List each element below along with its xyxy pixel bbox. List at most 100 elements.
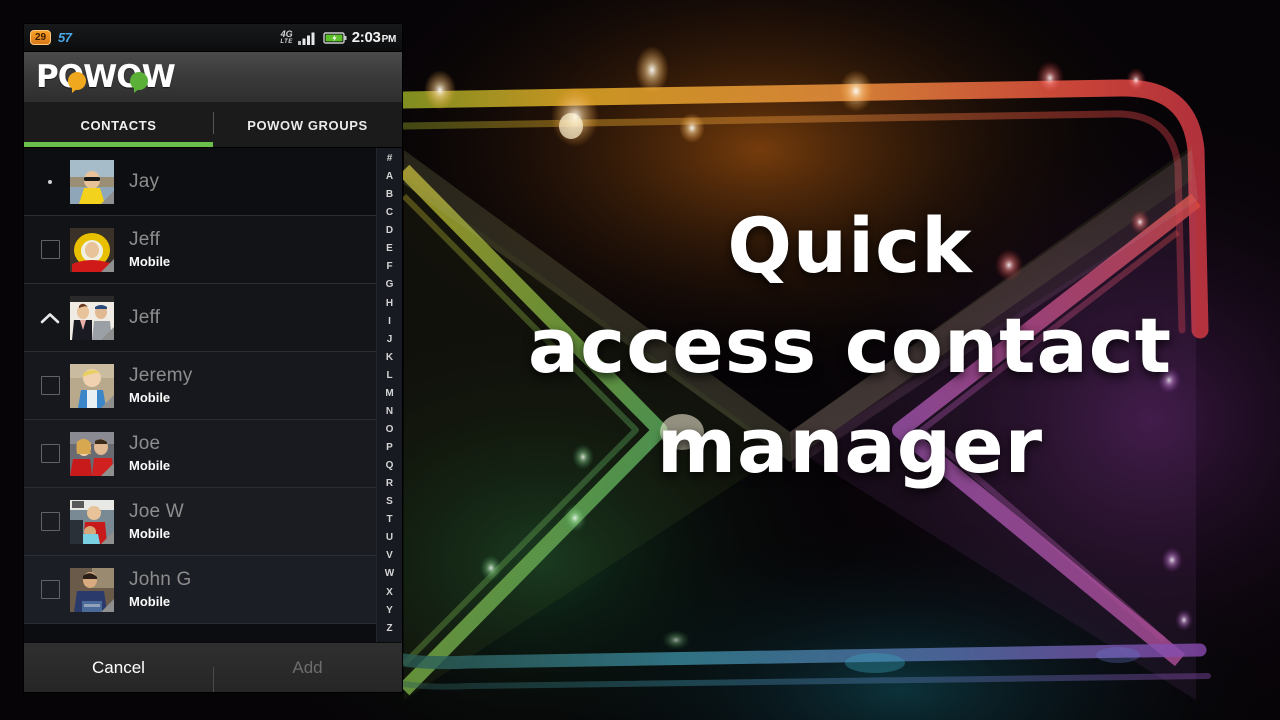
checkbox-unchecked-icon[interactable] — [40, 580, 60, 599]
alpha-index-letter[interactable]: S — [386, 497, 393, 507]
alpha-index-letter[interactable]: J — [387, 334, 393, 345]
contact-name: Jeff — [129, 306, 161, 328]
alpha-index-letter[interactable]: Q — [386, 461, 394, 471]
alpha-index-letter[interactable]: F — [386, 262, 392, 272]
row-checkbox-jeff-1[interactable] — [32, 240, 68, 259]
alpha-index-letter[interactable]: V — [386, 551, 393, 561]
row-text: John G Mobile — [129, 569, 191, 610]
row-text: Joe W Mobile — [129, 501, 184, 542]
alpha-index-letter[interactable]: R — [386, 479, 393, 489]
alpha-index-letter[interactable]: Y — [386, 605, 393, 616]
alpha-index-letter[interactable]: D — [386, 226, 393, 236]
contact-name: John G — [129, 569, 192, 590]
row-text: Joe Mobile — [129, 433, 170, 474]
add-button[interactable]: Add — [213, 658, 402, 692]
app-action-bar: POWOW — [24, 52, 402, 103]
alpha-index-letter[interactable]: I — [388, 316, 391, 327]
tab-powow-groups[interactable]: POWOW GROUPS — [213, 103, 402, 147]
selected-dot-icon — [48, 179, 52, 184]
quick-contact-badge-icon — [101, 326, 114, 340]
alpha-index-letter[interactable]: O — [386, 424, 394, 435]
table-row[interactable]: Joe Mobile — [24, 420, 402, 488]
avatar[interactable] — [70, 499, 114, 544]
status-bar-clock: 2:03PM — [351, 29, 397, 46]
alpha-index-letter[interactable]: M — [385, 388, 393, 399]
alpha-index-letter[interactable]: H — [386, 298, 393, 309]
checkbox-unchecked-icon[interactable] — [40, 512, 60, 531]
checkbox-unchecked-icon[interactable] — [40, 240, 60, 259]
cancel-button[interactable]: Cancel — [24, 658, 213, 678]
table-row[interactable]: Jay — [24, 148, 402, 216]
tab-contacts-label: CONTACTS — [80, 117, 157, 133]
alphabet-index-strip[interactable]: # A B C D E F G H I J K L M N O P Q R S T U V W X Y Z — [376, 148, 402, 642]
table-row[interactable]: Joe W Mobile — [24, 488, 402, 556]
alpha-index-letter[interactable]: L — [386, 370, 392, 381]
avatar[interactable] — [70, 295, 114, 340]
chevron-up-icon[interactable] — [40, 311, 60, 325]
alpha-index-letter[interactable]: N — [386, 406, 393, 417]
notification-count-badge: 29 — [30, 30, 51, 45]
row-checkbox-joe[interactable] — [32, 444, 68, 463]
contact-phone-label: Mobile — [129, 458, 171, 473]
android-status-bar: 29 57 4G LTE 2:03PM — [24, 24, 402, 52]
table-row[interactable]: John G Mobile — [24, 556, 402, 624]
alpha-index-letter[interactable]: E — [386, 244, 393, 254]
network-type-indicator: 4G LTE — [280, 28, 293, 45]
tab-bar: CONTACTS POWOW GROUPS — [24, 103, 402, 148]
contact-list[interactable]: Jay Jeff Mobile Jeff Jeremy Mobile Joe M… — [24, 148, 402, 642]
checkbox-unchecked-icon[interactable] — [40, 444, 60, 463]
table-row[interactable]: Jeremy Mobile — [24, 352, 402, 420]
table-row[interactable]: Jeff — [24, 284, 402, 352]
row-text: Jeff — [129, 307, 160, 329]
table-row[interactable]: Jeff Mobile — [24, 216, 402, 284]
alpha-index-letter[interactable]: T — [386, 515, 392, 525]
row-checkbox-jeremy[interactable] — [32, 376, 68, 395]
contact-name: Joe W — [129, 501, 184, 522]
quick-contact-badge-icon — [101, 258, 114, 272]
checkbox-unchecked-icon[interactable] — [40, 376, 60, 395]
status-bar-right: 4G LTE 2:03PM — [280, 29, 396, 46]
battery-charging-icon — [323, 31, 347, 44]
row-marker-jay[interactable] — [32, 179, 68, 184]
contact-name: Jay — [129, 170, 160, 192]
app-screenshot: Quick access contact manager 29 57 4G LTE — [0, 0, 1280, 720]
alpha-index-letter[interactable]: U — [386, 533, 393, 543]
signal-bars-icon — [297, 32, 315, 45]
status-bar-left: 29 57 — [30, 30, 72, 45]
alpha-index-letter[interactable]: Z — [386, 623, 392, 634]
tab-active-indicator — [24, 142, 213, 147]
alpha-index-letter[interactable]: G — [386, 280, 394, 290]
contact-phone-label: Mobile — [129, 254, 171, 269]
alpha-index-letter[interactable]: # — [387, 154, 393, 164]
alpha-index-letter[interactable]: B — [386, 190, 393, 200]
quick-contact-badge-icon — [101, 394, 114, 408]
temperature-indicator: 57 — [58, 30, 72, 45]
avatar[interactable] — [70, 159, 114, 204]
powow-logo-bubbles-icon — [68, 72, 148, 93]
tab-powow-groups-label: POWOW GROUPS — [247, 117, 368, 133]
contact-name: Jeremy — [129, 365, 193, 386]
alpha-index-letter[interactable]: A — [386, 172, 393, 182]
row-text: Jay — [129, 171, 159, 193]
powow-logo: POWOW — [36, 59, 176, 95]
row-expander-jeff-2[interactable] — [32, 311, 68, 325]
row-checkbox-john-g[interactable] — [32, 580, 68, 599]
quick-contact-badge-icon — [101, 530, 114, 544]
alpha-index-letter[interactable]: C — [386, 208, 393, 218]
avatar[interactable] — [70, 567, 114, 612]
alpha-index-letter[interactable]: K — [386, 352, 393, 363]
avatar[interactable] — [70, 431, 114, 476]
alpha-index-letter[interactable]: P — [386, 443, 393, 453]
alpha-index-letter[interactable]: X — [386, 587, 393, 598]
avatar[interactable] — [70, 363, 114, 408]
alpha-index-letter[interactable]: W — [385, 569, 394, 579]
contact-phone-label: Mobile — [129, 526, 171, 541]
row-checkbox-joe-w[interactable] — [32, 512, 68, 531]
avatar[interactable] — [70, 227, 114, 272]
contact-phone-label: Mobile — [129, 390, 171, 405]
phone-screen: 29 57 4G LTE 2:03PM POWOW CONTACTS POWOW… — [24, 24, 402, 692]
quick-contact-badge-icon — [101, 190, 114, 204]
tab-contacts[interactable]: CONTACTS — [24, 103, 213, 147]
row-text: Jeremy Mobile — [129, 365, 193, 406]
contact-phone-label: Mobile — [129, 594, 171, 609]
